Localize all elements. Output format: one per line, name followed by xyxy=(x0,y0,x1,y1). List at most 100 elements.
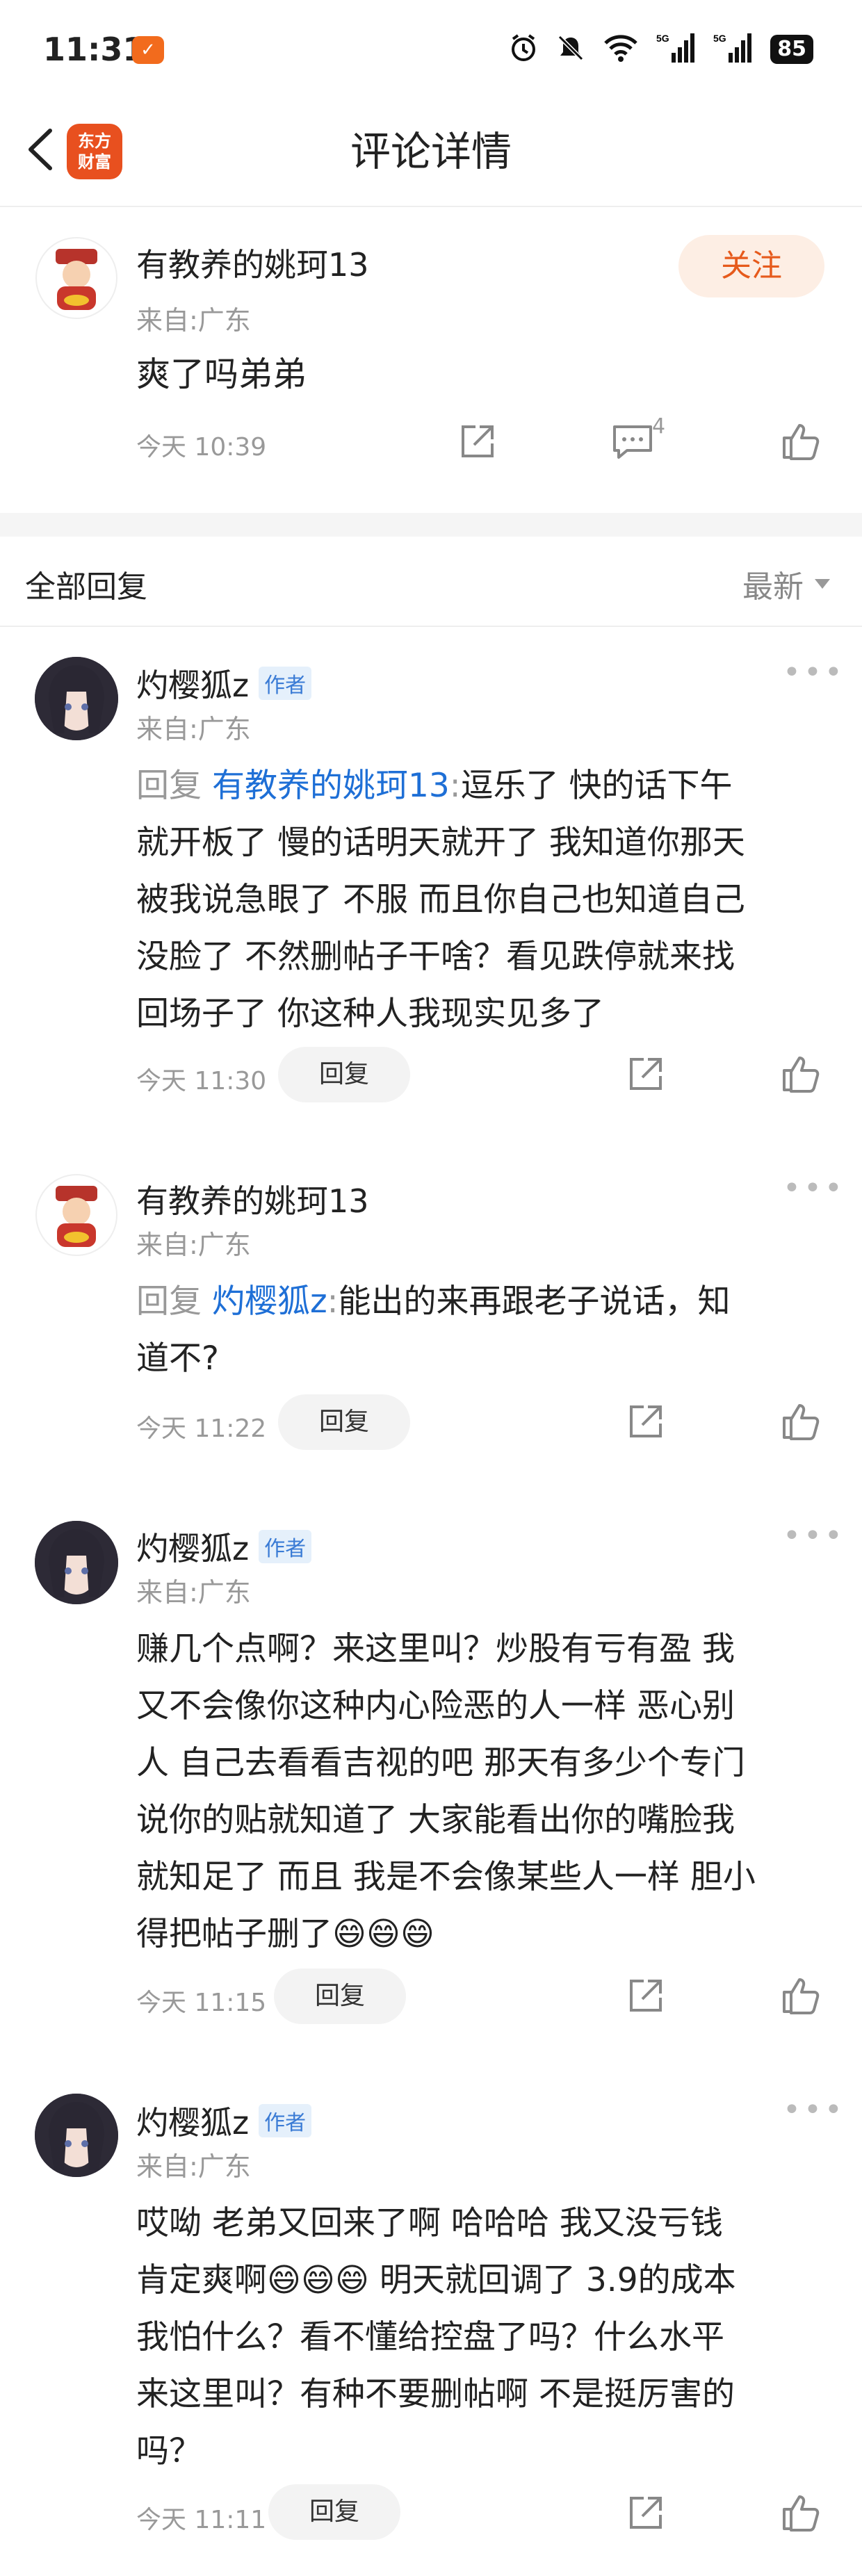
reply-line: 说你的贴就知道了 大家能看出你的嘴脸我 xyxy=(136,1801,735,1839)
like-button[interactable] xyxy=(781,2493,820,2532)
post-text: 爽了吗弟弟 xyxy=(136,354,307,394)
reply-line: 哎呦 老弟又回来了啊 哈哈哈 我又没亏钱 xyxy=(136,2204,723,2242)
svg-text:5G: 5G xyxy=(656,33,669,44)
status-icons: 5G 5G 85 xyxy=(509,33,813,65)
more-options-button[interactable]: ••• xyxy=(783,1171,845,1206)
mention-link[interactable]: 有教养的姚珂13 xyxy=(212,767,450,805)
share-button[interactable] xyxy=(627,1977,665,2014)
reply-text: 哎呦 老弟又回来了啊 哈哈哈 我又没亏钱 肯定爽啊😄😄😄 明天就回调了 3.9的… xyxy=(136,2195,838,2480)
avatar[interactable] xyxy=(35,1521,118,1604)
like-icon xyxy=(783,1404,820,1440)
reply-author-name[interactable]: 有教养的姚珂13 xyxy=(136,1176,369,1222)
like-button[interactable] xyxy=(781,1975,820,2014)
reply-button[interactable]: 回复 xyxy=(274,1968,406,2024)
sort-label: 最新 xyxy=(742,569,804,605)
post-author-name[interactable]: 有教养的姚珂13 xyxy=(136,240,369,286)
reply-line: 被我说急眼了 不服 而且你自己也知道自己 xyxy=(136,881,745,919)
reply-line: 得把帖子删了😄😄😄 xyxy=(136,1915,434,1953)
reply-separator: : xyxy=(449,767,461,805)
more-options-button[interactable]: ••• xyxy=(783,2092,845,2128)
nav-divider xyxy=(0,206,862,207)
back-button[interactable] xyxy=(21,125,63,174)
author-badge: 作者 xyxy=(259,1530,312,1563)
author-badge: 作者 xyxy=(259,667,312,700)
like-icon xyxy=(783,2495,820,2532)
app-logo: 东方 财富 xyxy=(67,124,122,179)
page-title: 评论详情 xyxy=(350,128,512,175)
reply-author-name[interactable]: 灼樱狐z xyxy=(136,2098,249,2144)
more-icon: ••• xyxy=(783,1518,845,1554)
reply-button[interactable]: 回复 xyxy=(278,1394,410,1450)
reply-line: 吗？ xyxy=(136,2432,202,2470)
like-button[interactable] xyxy=(781,1401,820,1440)
reply-text: 回复 有教养的姚珂13:逗乐了 快的话下午 就开板了 慢的话明天就开了 我知道你… xyxy=(136,758,838,1043)
reply-line: 没脸了 不然删帖子干啥？看见跌停就来找 xyxy=(136,938,735,976)
like-button[interactable] xyxy=(781,421,820,460)
reply-line: 肯定爽啊😄😄😄 明天就回调了 3.9的成本 xyxy=(136,2261,736,2299)
avatar[interactable] xyxy=(35,657,118,740)
header-divider xyxy=(0,626,862,627)
share-icon xyxy=(630,1980,662,2012)
like-button[interactable] xyxy=(781,1054,820,1093)
reply-line: 道不? xyxy=(136,1339,219,1378)
follow-button[interactable]: 关注 xyxy=(678,235,824,297)
logo-line-1: 东方 xyxy=(78,131,111,151)
comment-count: 4 xyxy=(652,414,666,439)
sort-dropdown[interactable]: 最新 xyxy=(742,562,831,606)
mention-link[interactable]: 灼樱狐z xyxy=(212,1282,327,1321)
app-notification-icon: ✓ xyxy=(132,36,164,64)
wifi-icon xyxy=(603,33,638,65)
reply-line: 逗乐了 快的话下午 xyxy=(460,767,733,805)
post-time: 今天 10:39 xyxy=(136,433,267,462)
post-source: 来自:广东 xyxy=(136,305,251,336)
more-options-button[interactable]: ••• xyxy=(783,655,845,690)
share-icon xyxy=(630,1058,662,1090)
more-icon: ••• xyxy=(783,655,845,690)
reply-line: 来这里叫？有种不要删帖啊 不是挺厉害的 xyxy=(136,2375,735,2413)
more-icon: ••• xyxy=(783,1171,845,1206)
reply-author-name[interactable]: 灼樱狐z xyxy=(136,660,249,706)
more-icon: ••• xyxy=(783,2092,845,2128)
avatar[interactable] xyxy=(35,236,118,320)
comment-button[interactable] xyxy=(612,423,653,460)
share-button[interactable] xyxy=(627,1055,665,1093)
status-bar: 11:31 ✓ 5G 5G 85 xyxy=(0,0,862,104)
avatar[interactable] xyxy=(35,1173,118,1257)
reply-text: 赚几个点啊？来这里叫？炒股有亏有盈 我 又不会像你这种内心险恶的人一样 恶心别 … xyxy=(136,1621,838,1963)
reply-time: 今天 11:15 xyxy=(136,1989,267,2017)
reply-author-name[interactable]: 灼樱狐z xyxy=(136,1524,249,1570)
reply-source: 来自:广东 xyxy=(136,1230,251,1260)
reply-text: 回复 灼樱狐z:能出的来再跟老子说话，知 道不? xyxy=(136,1273,838,1387)
reply-line: 赚几个点啊？来这里叫？炒股有亏有盈 我 xyxy=(136,1630,735,1668)
back-arrow-icon xyxy=(29,129,52,170)
reply-line: 回场子了 你这种人我现实见多了 xyxy=(136,995,604,1033)
god-of-wealth-avatar-icon xyxy=(35,1174,117,1256)
share-button[interactable] xyxy=(627,1403,665,1440)
sort-arrow-icon xyxy=(815,579,830,589)
section-gap xyxy=(0,513,862,537)
reply-source: 来自:广东 xyxy=(136,1577,251,1608)
share-button[interactable] xyxy=(627,2494,665,2532)
like-icon xyxy=(783,424,820,460)
mute-icon xyxy=(556,33,585,65)
alarm-icon xyxy=(509,33,538,65)
like-icon xyxy=(783,1057,820,1093)
avatar[interactable] xyxy=(35,2094,118,2177)
comment-icon xyxy=(613,425,652,459)
reply-author: 灼樱狐z 作者 xyxy=(136,1524,312,1570)
reply-button[interactable]: 回复 xyxy=(268,2484,400,2540)
reply-time: 今天 11:11 xyxy=(136,2506,267,2534)
reply-time: 今天 11:30 xyxy=(136,1067,267,1095)
reply-source: 来自:广东 xyxy=(136,2151,251,2182)
reply-time: 今天 11:22 xyxy=(136,1415,267,1443)
share-button[interactable] xyxy=(459,423,496,460)
signal-5g-icon-2: 5G xyxy=(713,32,752,67)
reply-line: 就开板了 慢的话明天就开了 我知道你那天 xyxy=(136,824,745,862)
like-icon xyxy=(783,1978,820,2014)
more-options-button[interactable]: ••• xyxy=(783,1518,845,1554)
logo-line-2: 财富 xyxy=(78,152,111,172)
anime-girl-avatar-icon xyxy=(35,1521,118,1604)
reply-button[interactable]: 回复 xyxy=(278,1047,410,1102)
all-replies-label: 全部回复 xyxy=(25,569,147,605)
status-time: 11:31 xyxy=(43,31,145,68)
